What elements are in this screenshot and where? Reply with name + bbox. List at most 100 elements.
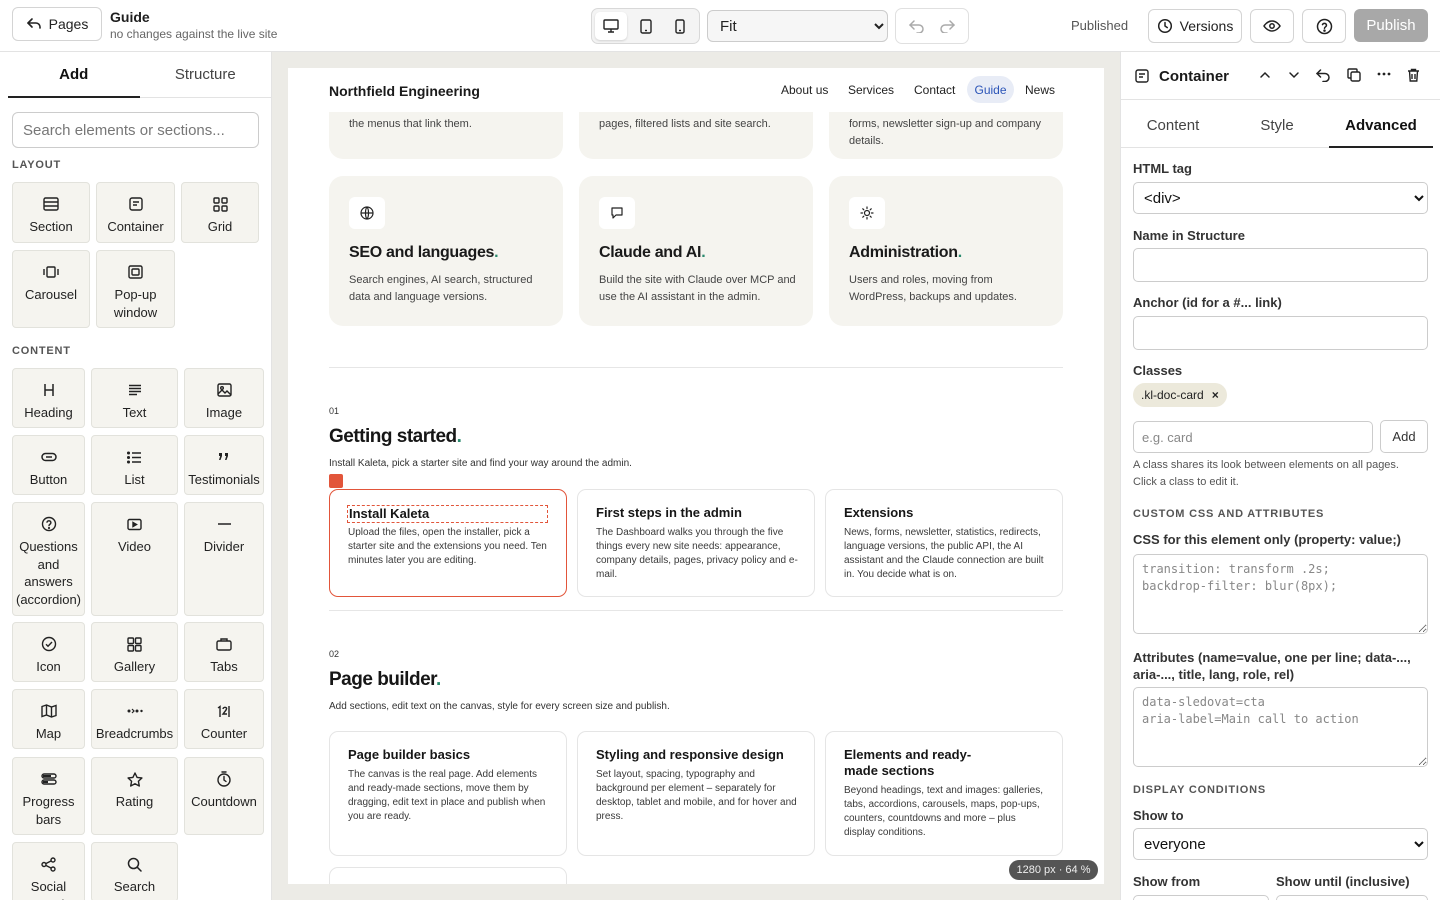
desktop-view-button[interactable] (595, 12, 627, 40)
site-brand[interactable]: Northfield Engineering (329, 83, 480, 99)
trash-icon[interactable] (1407, 68, 1420, 82)
undo-icon[interactable] (1316, 68, 1331, 82)
tile-label: Testimonials (188, 472, 260, 487)
add-image-tile[interactable]: Image (184, 368, 264, 428)
feature-card-claude[interactable]: Claude and AI. Build the site with Claud… (579, 176, 813, 326)
classes-help-text: A class shares its look between elements… (1133, 459, 1399, 488)
add-container-tile[interactable]: Container (96, 182, 175, 243)
section-number: 01 (329, 406, 340, 416)
tab-advanced[interactable]: Advanced (1329, 104, 1433, 148)
show-from-label: Show from (1133, 874, 1201, 889)
selected-element-title: Container (1159, 68, 1230, 85)
doc-card[interactable]: First steps in the admin The Dashboard w… (577, 489, 815, 597)
add-counter-tile[interactable]: Counter (184, 689, 264, 749)
add-text-tile[interactable]: Text (91, 368, 178, 428)
doc-card[interactable]: Page builder basics The canvas is the re… (329, 731, 567, 856)
gallery-icon (127, 636, 142, 652)
add-video-tile[interactable]: Video (91, 502, 178, 616)
class-chip[interactable]: .kl-doc-card × (1133, 383, 1227, 407)
inspector-header: Container (1121, 52, 1440, 100)
show-until-input[interactable] (1276, 895, 1428, 900)
preview-button[interactable] (1250, 9, 1294, 43)
doc-card[interactable] (329, 867, 567, 884)
custom-css-textarea[interactable] (1133, 554, 1428, 634)
back-to-pages-button[interactable]: Pages (12, 7, 102, 41)
remove-class-icon[interactable]: × (1212, 388, 1219, 402)
doc-card[interactable]: Extensions News, forms, newsletter, stat… (825, 489, 1063, 597)
add-progress-bars-tile[interactable]: Progress bars (12, 757, 85, 835)
add-map-tile[interactable]: Map (12, 689, 85, 749)
add-search-tile[interactable]: Search (91, 842, 178, 900)
nav-contact[interactable]: Contact (914, 83, 955, 97)
more-icon[interactable] (1377, 72, 1391, 76)
grid-icon (212, 196, 228, 212)
container-icon (128, 196, 143, 212)
add-icon-tile[interactable]: Icon (12, 622, 85, 682)
show-to-label: Show to (1133, 808, 1184, 823)
add-grid-tile[interactable]: Grid (181, 182, 259, 243)
anchor-input[interactable] (1133, 316, 1428, 350)
video-icon (127, 516, 142, 532)
feature-card-administration[interactable]: Administration. Users and roles, moving … (829, 176, 1063, 326)
nav-services[interactable]: Services (848, 83, 894, 97)
element-search-input[interactable] (12, 112, 259, 148)
doc-card-desc: News, forms, newsletter, statistics, red… (844, 527, 1044, 580)
help-button[interactable] (1302, 9, 1346, 43)
show-to-select[interactable]: everyone (1133, 828, 1428, 860)
chevron-up-icon[interactable] (1258, 68, 1272, 82)
tab-structure[interactable]: Structure (140, 52, 272, 97)
tab-content[interactable]: Content (1121, 104, 1225, 147)
search-icon (127, 856, 142, 872)
attributes-textarea[interactable] (1133, 687, 1428, 767)
tablet-view-button[interactable] (630, 12, 662, 40)
add-gallery-tile[interactable]: Gallery (91, 622, 178, 682)
structure-name-input[interactable] (1133, 248, 1428, 282)
doc-card[interactable]: Styling and responsive design Set layout… (577, 731, 815, 856)
show-from-input[interactable] (1133, 895, 1269, 900)
doc-card[interactable]: Elements and ready-made sections Beyond … (825, 731, 1063, 856)
nav-news[interactable]: News (1025, 83, 1055, 97)
add-breadcrumbs-tile[interactable]: Breadcrumbs (91, 689, 178, 749)
nav-about-us[interactable]: About us (781, 83, 828, 97)
add-carousel-tile[interactable]: Carousel (12, 250, 90, 328)
add-social-networks-tile[interactable]: Social networks (12, 842, 85, 900)
add-accordion-tile[interactable]: Questions and answers (accordion) (12, 502, 85, 616)
add-popup-tile[interactable]: Pop-up window (96, 250, 175, 328)
feature-card-title: Administration. (849, 244, 962, 261)
add-button-tile[interactable]: Button (12, 435, 85, 495)
section-divider (329, 367, 1063, 368)
tab-style[interactable]: Style (1225, 104, 1329, 147)
undo-icon[interactable] (909, 19, 925, 33)
doc-card-title[interactable]: Install Kaleta (347, 505, 548, 523)
tile-label: Gallery (113, 659, 156, 674)
chevron-down-icon[interactable] (1287, 68, 1301, 82)
add-tabs-tile[interactable]: Tabs (184, 622, 264, 682)
add-section-tile[interactable]: Section (12, 182, 90, 243)
add-divider-tile[interactable]: Divider (184, 502, 264, 616)
doc-card-title: First steps in the admin (596, 505, 742, 520)
add-rating-tile[interactable]: Rating (91, 757, 178, 835)
zoom-select[interactable]: Fit (707, 10, 888, 42)
add-heading-tile[interactable]: Heading (12, 368, 85, 428)
section-icon (43, 196, 59, 212)
builder-canvas: Northfield Engineering About us Services… (272, 52, 1120, 900)
add-countdown-tile[interactable]: Countdown (184, 757, 264, 835)
add-class-input[interactable] (1133, 421, 1373, 453)
tab-add[interactable]: Add (8, 52, 140, 98)
feature-card-seo[interactable]: SEO and languages. Search engines, AI se… (329, 176, 563, 326)
doc-card-desc: Upload the files, open the installer, pi… (348, 527, 547, 566)
versions-button[interactable]: Versions (1148, 9, 1242, 43)
doc-card-selected[interactable]: Install Kaleta Upload the files, open th… (329, 489, 567, 597)
mobile-view-button[interactable] (664, 12, 696, 40)
add-list-tile[interactable]: List (91, 435, 178, 495)
selection-handle[interactable] (329, 474, 343, 488)
publish-button[interactable]: Publish (1354, 9, 1428, 42)
html-tag-select[interactable]: <div> (1133, 182, 1428, 214)
nav-guide[interactable]: Guide (967, 76, 1014, 103)
add-class-button[interactable]: Add (1380, 420, 1428, 453)
add-testimonials-tile[interactable]: Testimonials (184, 435, 264, 495)
topic-card-desc: forms, newsletter sign-up and company de… (849, 118, 1041, 147)
duplicate-icon[interactable] (1347, 68, 1361, 82)
tile-label: Carousel (24, 287, 78, 302)
redo-icon[interactable] (939, 19, 955, 33)
